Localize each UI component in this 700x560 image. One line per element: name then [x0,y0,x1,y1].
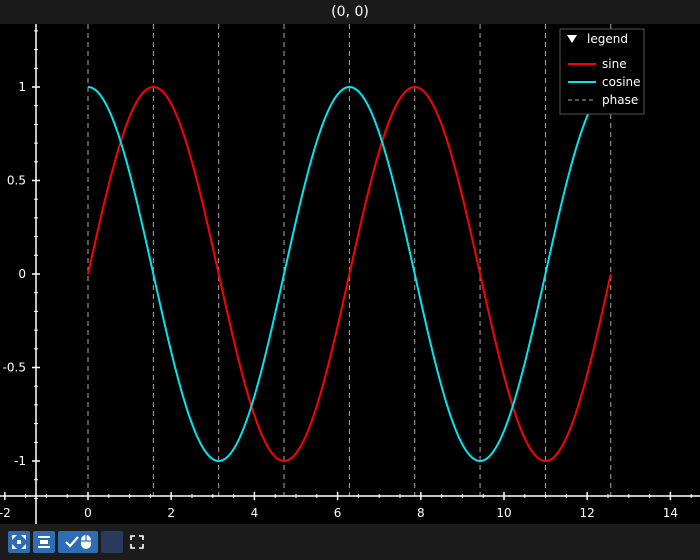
mouse-mode-icon [81,535,91,549]
y-tick-label: -0.5 [3,361,26,375]
x-tick-label: 0 [84,506,92,520]
y-tick-label: 0.5 [7,174,26,188]
x-tick-label: 12 [580,506,595,520]
plot-area[interactable]: -2 0 2 4 6 8 10 12 14 1 0.5 0 -0.5 -1 legend sine cos… [0,24,700,524]
y-tick-label: -1 [14,454,26,468]
legend-label-phase: phase [602,93,638,107]
x-tick-label: -2 [0,506,11,520]
y-tick-label: 1 [18,80,26,94]
x-tick-label: 14 [663,506,678,520]
blank-toggle-button[interactable] [101,531,123,553]
align-button[interactable] [33,531,55,553]
y-tick-label: 0 [18,267,26,281]
toolbar [0,524,700,560]
check-icon [65,536,79,548]
legend-label-sine: sine [602,57,627,71]
x-tick-label: 2 [167,506,175,520]
mouse-mode-button[interactable] [58,531,98,553]
coordinate-readout: (0, 0) [0,0,700,24]
x-tick-label: 4 [251,506,259,520]
legend-title: legend [587,32,628,46]
fit-view-icon [12,535,26,549]
fit-view-button[interactable] [8,531,30,553]
legend[interactable]: legend sine cosine phase [559,28,645,115]
fullscreen-icon [130,535,144,549]
x-tick-label: 8 [417,506,425,520]
align-icon [38,536,50,548]
legend-label-cosine: cosine [602,75,641,89]
x-tick-label: 6 [334,506,342,520]
x-tick-label: 10 [496,506,511,520]
fullscreen-button[interactable] [126,531,148,553]
